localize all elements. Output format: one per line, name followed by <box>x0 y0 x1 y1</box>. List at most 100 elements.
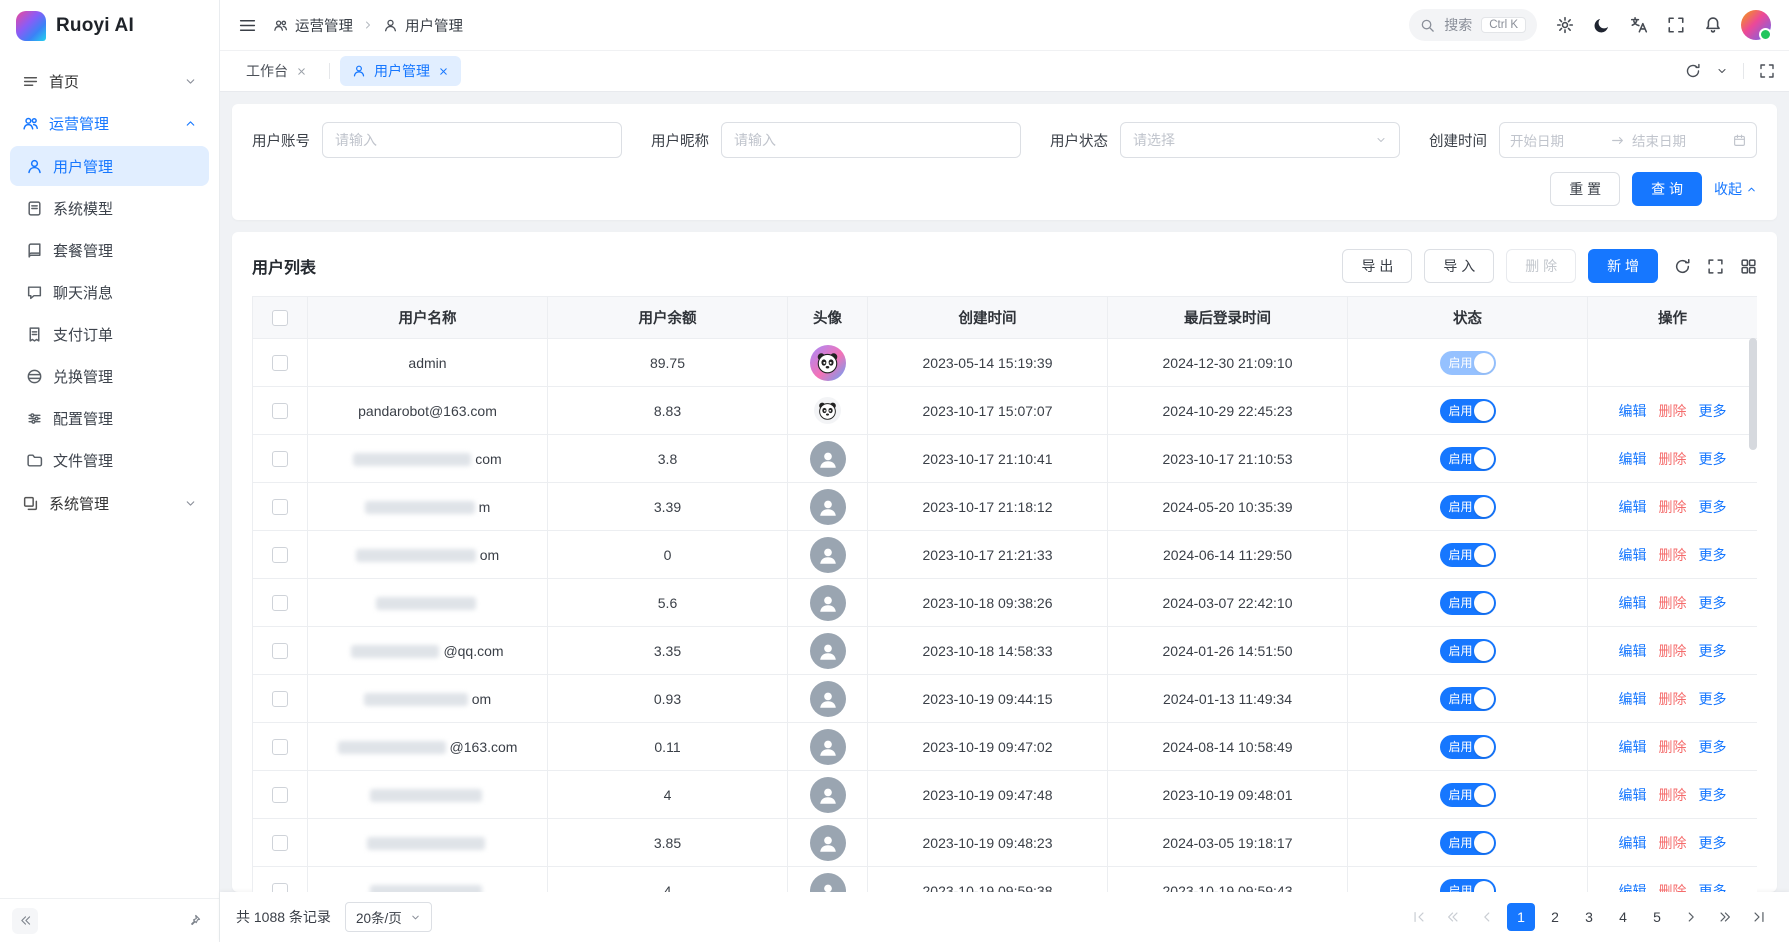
pin-sidebar-button[interactable] <box>181 908 207 934</box>
row-checkbox[interactable] <box>272 403 288 419</box>
row-checkbox[interactable] <box>272 595 288 611</box>
user-nickname-input[interactable] <box>721 122 1021 158</box>
jump-back-button[interactable] <box>1439 903 1467 931</box>
close-tab-icon[interactable] <box>438 66 449 77</box>
user-avatar[interactable] <box>1741 10 1771 40</box>
edit-link[interactable]: 编辑 <box>1619 835 1647 851</box>
global-search-button[interactable]: 搜索 Ctrl K <box>1409 9 1537 41</box>
delete-link[interactable]: 删除 <box>1659 499 1687 515</box>
expand-content-icon[interactable] <box>1759 63 1775 79</box>
edit-link[interactable]: 编辑 <box>1619 595 1647 611</box>
status-toggle[interactable]: 启用 <box>1440 639 1496 663</box>
delete-button[interactable]: 删 除 <box>1506 249 1576 283</box>
scrollbar-thumb[interactable] <box>1749 338 1757 450</box>
sidebar-item-package[interactable]: 套餐管理 <box>10 230 209 270</box>
collapse-sidebar-button[interactable] <box>12 908 38 934</box>
delete-link[interactable]: 删除 <box>1659 643 1687 659</box>
chevron-down-icon[interactable] <box>1716 65 1728 77</box>
status-toggle[interactable]: 启用 <box>1440 447 1496 471</box>
refresh-icon[interactable] <box>1674 258 1691 275</box>
date-range-picker[interactable]: 开始日期 结束日期 <box>1499 122 1757 158</box>
row-checkbox[interactable] <box>272 835 288 851</box>
edit-link[interactable]: 编辑 <box>1619 499 1647 515</box>
row-checkbox[interactable] <box>272 691 288 707</box>
logo[interactable]: Ruoyi AI <box>0 0 219 52</box>
status-toggle[interactable]: 启用 <box>1440 495 1496 519</box>
more-link[interactable]: 更多 <box>1699 595 1727 611</box>
row-checkbox[interactable] <box>272 643 288 659</box>
more-link[interactable]: 更多 <box>1699 739 1727 755</box>
page-button-3[interactable]: 3 <box>1575 903 1603 931</box>
edit-link[interactable]: 编辑 <box>1619 643 1647 659</box>
breadcrumb-item-users[interactable]: 用户管理 <box>383 15 463 36</box>
bell-icon[interactable] <box>1704 16 1722 34</box>
delete-link[interactable]: 删除 <box>1659 451 1687 467</box>
last-page-button[interactable] <box>1745 903 1773 931</box>
sidebar-item-system[interactable]: 系统管理 <box>10 482 209 524</box>
page-button-1[interactable]: 1 <box>1507 903 1535 931</box>
status-toggle[interactable]: 启用 <box>1440 399 1496 423</box>
delete-link[interactable]: 删除 <box>1659 595 1687 611</box>
status-toggle[interactable]: 启用 <box>1440 351 1496 375</box>
tab-workbench[interactable]: 工作台 <box>234 56 319 86</box>
add-button[interactable]: 新 增 <box>1588 249 1658 283</box>
fullscreen-icon[interactable] <box>1667 16 1685 34</box>
prev-page-button[interactable] <box>1473 903 1501 931</box>
edit-link[interactable]: 编辑 <box>1619 547 1647 563</box>
row-checkbox[interactable] <box>272 739 288 755</box>
sidebar-item-config[interactable]: 配置管理 <box>10 398 209 438</box>
gear-icon[interactable] <box>1556 16 1574 34</box>
sidebar-item-operations[interactable]: 运营管理 <box>10 102 209 144</box>
translate-icon[interactable] <box>1630 16 1648 34</box>
fullscreen-icon[interactable] <box>1707 258 1724 275</box>
column-settings-icon[interactable] <box>1740 258 1757 275</box>
page-button-5[interactable]: 5 <box>1643 903 1671 931</box>
sidebar-item-user[interactable]: 用户管理 <box>10 146 209 186</box>
more-link[interactable]: 更多 <box>1699 451 1727 467</box>
dark-mode-moon-icon[interactable] <box>1593 16 1611 34</box>
import-button[interactable]: 导 入 <box>1424 249 1494 283</box>
delete-link[interactable]: 删除 <box>1659 547 1687 563</box>
delete-link[interactable]: 删除 <box>1659 835 1687 851</box>
delete-link[interactable]: 删除 <box>1659 787 1687 803</box>
row-checkbox[interactable] <box>272 547 288 563</box>
next-page-button[interactable] <box>1677 903 1705 931</box>
status-toggle[interactable]: 启用 <box>1440 687 1496 711</box>
more-link[interactable]: 更多 <box>1699 643 1727 659</box>
breadcrumb-item-operations[interactable]: 运营管理 <box>273 15 353 36</box>
status-toggle[interactable]: 启用 <box>1440 543 1496 567</box>
sidebar-item-chat[interactable]: 聊天消息 <box>10 272 209 312</box>
first-page-button[interactable] <box>1405 903 1433 931</box>
more-link[interactable]: 更多 <box>1699 691 1727 707</box>
edit-link[interactable]: 编辑 <box>1619 691 1647 707</box>
table-scrollbar[interactable] <box>1749 338 1757 892</box>
delete-link[interactable]: 删除 <box>1659 691 1687 707</box>
page-button-2[interactable]: 2 <box>1541 903 1569 931</box>
more-link[interactable]: 更多 <box>1699 883 1727 893</box>
row-checkbox[interactable] <box>272 451 288 467</box>
reset-button[interactable]: 重 置 <box>1550 172 1620 206</box>
more-link[interactable]: 更多 <box>1699 499 1727 515</box>
user-status-select[interactable]: 请选择 <box>1120 122 1400 158</box>
delete-link[interactable]: 删除 <box>1659 883 1687 893</box>
select-all-checkbox[interactable] <box>272 310 288 326</box>
more-link[interactable]: 更多 <box>1699 787 1727 803</box>
edit-link[interactable]: 编辑 <box>1619 787 1647 803</box>
collapse-filter-link[interactable]: 收起 <box>1714 179 1757 199</box>
delete-link[interactable]: 删除 <box>1659 739 1687 755</box>
edit-link[interactable]: 编辑 <box>1619 883 1647 893</box>
search-button[interactable]: 查 询 <box>1632 172 1702 206</box>
page-button-4[interactable]: 4 <box>1609 903 1637 931</box>
row-checkbox[interactable] <box>272 355 288 371</box>
status-toggle[interactable]: 启用 <box>1440 783 1496 807</box>
page-size-select[interactable]: 20条/页 <box>345 902 432 932</box>
jump-forward-button[interactable] <box>1711 903 1739 931</box>
tab-user-management[interactable]: 用户管理 <box>340 56 461 86</box>
status-toggle[interactable]: 启用 <box>1440 831 1496 855</box>
status-toggle[interactable]: 启用 <box>1440 879 1496 893</box>
sidebar-item-exchange[interactable]: 兑换管理 <box>10 356 209 396</box>
menu-toggle-icon[interactable] <box>238 16 257 35</box>
more-link[interactable]: 更多 <box>1699 835 1727 851</box>
user-account-input[interactable] <box>322 122 622 158</box>
sidebar-item-model[interactable]: 系统模型 <box>10 188 209 228</box>
